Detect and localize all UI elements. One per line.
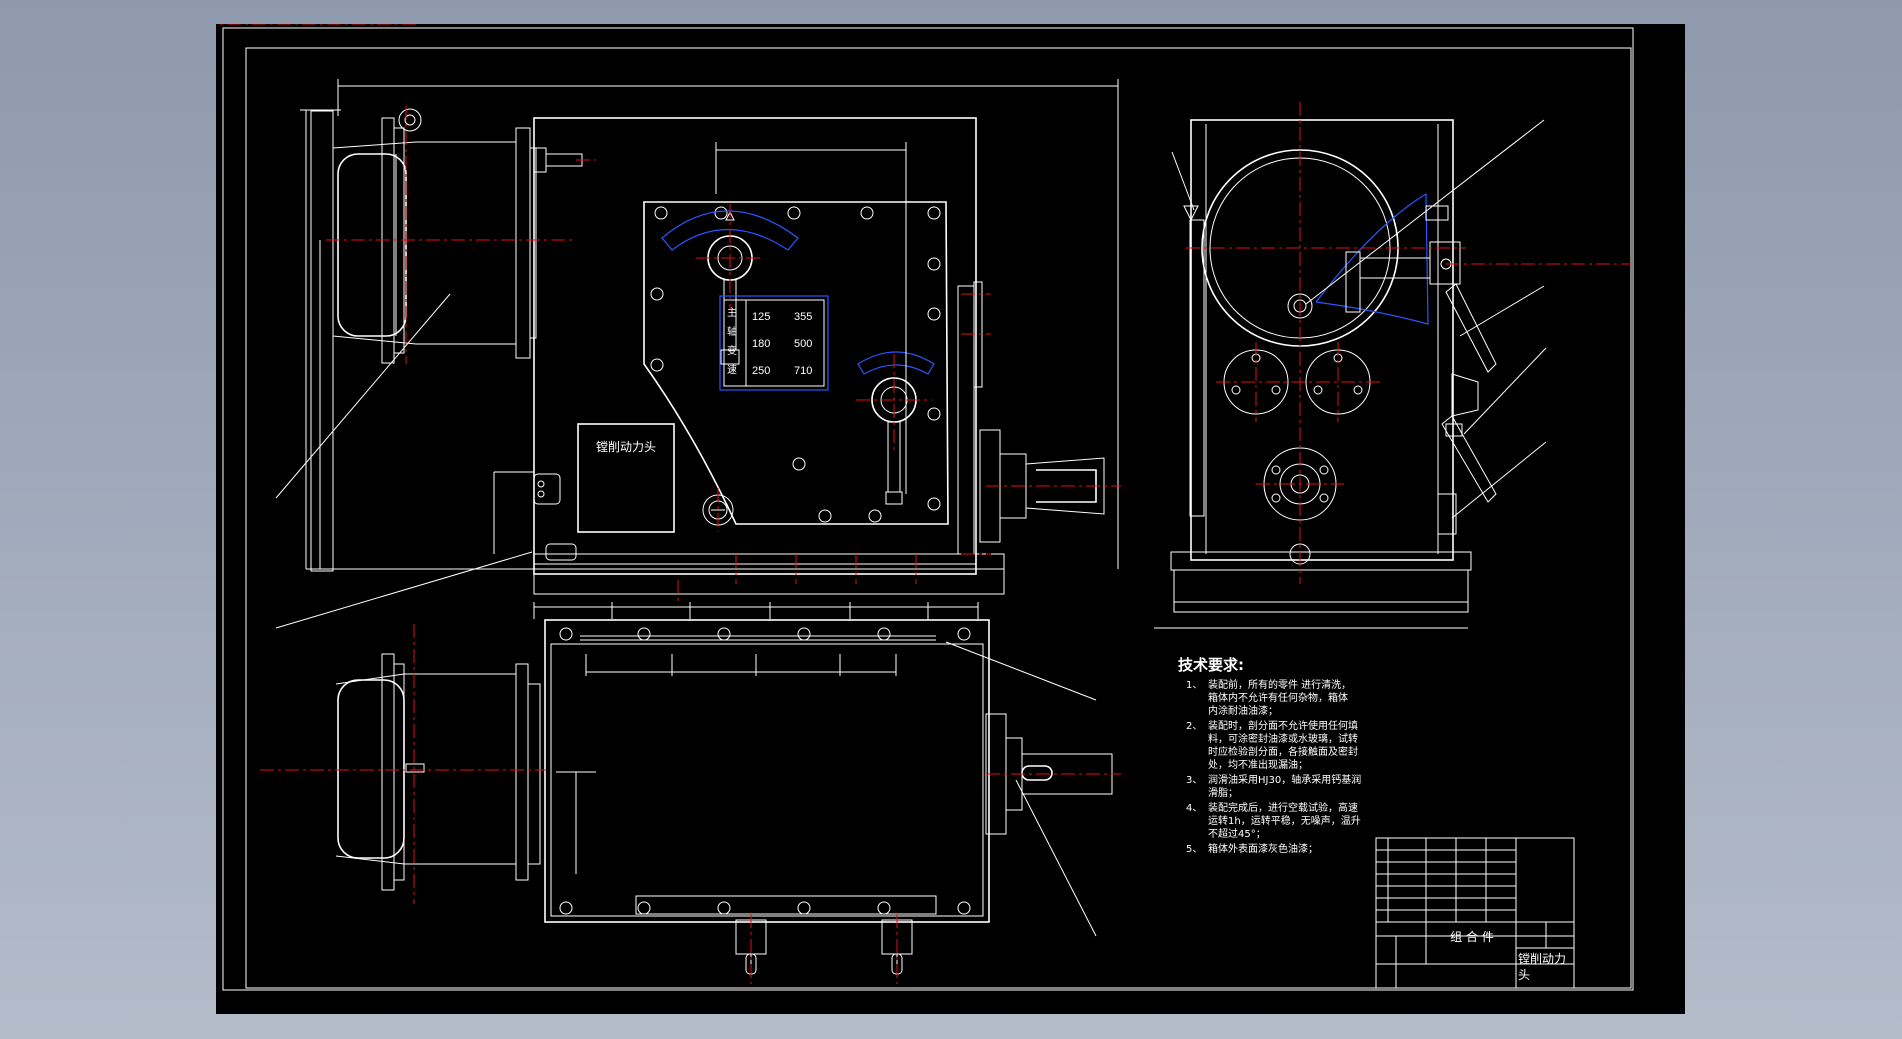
- tech-requirement-item: 3、 润滑油采用HJ30，轴承采用钙基润 滑脂；: [1186, 774, 1378, 800]
- speed-value: 500: [794, 338, 813, 350]
- inner-frame: [245, 47, 1632, 989]
- name-plate-title: 镗削动力头: [595, 440, 656, 454]
- cad-viewport[interactable]: .w { stroke:#ffffff; fill:none; stroke-w…: [216, 24, 1685, 1014]
- tech-requirements-title: 技术要求:: [1178, 656, 1244, 674]
- speed-plate: 主 轴 变 速 125 180 250 355 500 710: [724, 300, 824, 386]
- tech-requirement-line: 箱体内不允许有任何杂物，箱体: [1208, 693, 1348, 704]
- speed-value: 710: [794, 365, 813, 377]
- tech-requirement-line: 料，可涂密封油漆或水玻璃，试转: [1208, 734, 1358, 745]
- speed-value: 250: [752, 365, 771, 377]
- tech-requirements-list: 1、 装配前，所有的零件 进行清洗， 箱体内不允许有任何杂物，箱体 内涂耐油油漆； 2、…: [1178, 679, 1378, 856]
- speed-row-labels: 主 轴 变 速: [727, 304, 743, 380]
- speed-left-col: 125 180 250: [752, 304, 770, 385]
- speed-row-label: 主: [727, 308, 737, 319]
- tech-requirement-number: 2、: [1186, 721, 1203, 732]
- tech-requirement-line: 滑脂；: [1208, 788, 1238, 799]
- tech-requirement-line: 装配完成后，进行空载试验，高速: [1208, 803, 1358, 814]
- title-block-assembly: 组 合 件: [1450, 930, 1494, 944]
- tech-requirement-line: 润滑油采用HJ30，轴承采用钙基润: [1208, 775, 1362, 786]
- tech-requirement-line: 处，均不准出现漏油；: [1208, 760, 1308, 771]
- tech-requirement-number: 4、: [1186, 803, 1203, 814]
- speed-row-label: 变: [727, 346, 737, 357]
- tech-requirement-item: 1、 装配前，所有的零件 进行清洗， 箱体内不允许有任何杂物，箱体 内涂耐油油漆；: [1186, 679, 1378, 718]
- tech-requirement-item: 4、 装配完成后，进行空载试验，高速 运转1h，运转平稳，无噪声，温升 不超过45°；: [1186, 802, 1378, 841]
- tech-requirement-number: 5、: [1186, 844, 1203, 855]
- tech-requirement-item: 2、 装配时，剖分面不允许使用任何填 料，可涂密封油漆或水玻璃，试转 时应检验剖分面，…: [1186, 720, 1378, 772]
- tech-requirement-line: 运转1h，运转平稳，无噪声，温升: [1208, 816, 1361, 827]
- tech-requirement-line: 装配前，所有的零件 进行清洗，: [1208, 680, 1352, 691]
- tech-requirement-item: 5、 箱体外表面漆灰色油漆；: [1186, 843, 1378, 856]
- tech-requirement-line: 不超过45°；: [1208, 829, 1266, 840]
- tech-requirement-number: 1、: [1186, 680, 1203, 691]
- speed-value: 125: [752, 311, 771, 323]
- cad-drawing: .w { stroke:#ffffff; fill:none; stroke-w…: [216, 24, 1634, 991]
- tech-requirement-line: 装配时，剖分面不允许使用任何填: [1208, 721, 1358, 732]
- title-block-name: 镗削动力: [1518, 952, 1567, 966]
- speed-value: 355: [794, 311, 813, 323]
- tech-requirement-line: 箱体外表面漆灰色油漆；: [1208, 844, 1318, 855]
- top-view: [260, 602, 1121, 984]
- tech-requirement-line: 时应检验剖分面，各接触面及密封: [1208, 747, 1358, 758]
- speed-value: 180: [752, 338, 771, 350]
- speed-row-label: 轴: [727, 327, 737, 338]
- speed-row-label: 速: [727, 365, 737, 376]
- front-view: [216, 24, 1121, 629]
- side-view: [1154, 102, 1631, 629]
- speed-right-col: 355 500 710: [794, 304, 812, 385]
- tech-requirement-line: 内涂耐油油漆；: [1208, 706, 1278, 717]
- tech-requirements: 技术要求: 1、 装配前，所有的零件 进行清洗， 箱体内不允许有任何杂物，箱体 内涂耐…: [1178, 654, 1378, 858]
- outer-frame: [222, 27, 1634, 991]
- tech-requirement-number: 3、: [1186, 775, 1203, 786]
- title-block-name-cont: 头: [1518, 968, 1531, 982]
